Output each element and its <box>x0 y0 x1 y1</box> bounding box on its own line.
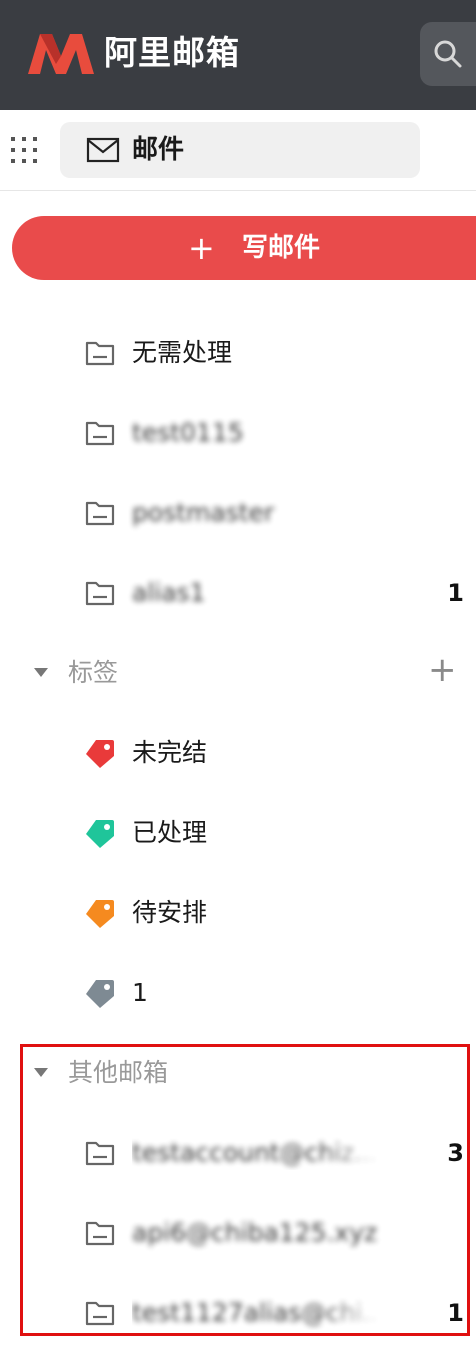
tag-label: 未完结 <box>132 738 208 767</box>
tag-label: 已处理 <box>132 818 208 847</box>
compose-button[interactable]: + 写邮件 <box>12 216 476 280</box>
tag-item[interactable]: 已处理 <box>0 804 476 864</box>
add-tag-button[interactable]: + <box>428 652 457 688</box>
search-icon <box>434 40 462 68</box>
plus-icon: + <box>188 229 215 267</box>
search-button[interactable] <box>420 22 476 86</box>
compose-label: 写邮件 <box>242 233 321 263</box>
caret-down-icon <box>34 668 48 677</box>
folder-icon <box>85 421 115 446</box>
folder-icon <box>85 341 115 366</box>
folder-item-no-action[interactable]: 无需处理 <box>0 324 476 384</box>
tag-item[interactable]: 未完结 <box>0 724 476 784</box>
aliyun-mail-logo-icon <box>28 34 94 74</box>
tag-item[interactable]: 待安排 <box>0 884 476 944</box>
mail-icon <box>86 137 120 163</box>
tab-mail[interactable]: 邮件 <box>60 122 420 178</box>
highlight-other-mailboxes <box>20 1044 470 1336</box>
tag-icon <box>86 820 114 848</box>
tag-item[interactable]: 1 <box>0 964 476 1024</box>
tag-icon <box>86 740 114 768</box>
folder-item[interactable]: alias1 1 <box>0 564 476 624</box>
folder-icon <box>85 581 115 606</box>
tag-icon <box>86 980 114 1008</box>
app-switcher-row: 邮件 <box>0 110 476 191</box>
folder-label: alias1 <box>132 578 206 607</box>
folder-label: postmaster <box>132 498 275 527</box>
folder-item[interactable]: test0115 <box>0 404 476 464</box>
tags-section-header[interactable]: 标签 + <box>0 646 476 702</box>
folder-icon <box>85 501 115 526</box>
brand-name: 阿里邮箱 <box>104 33 240 72</box>
folder-item[interactable]: postmaster <box>0 484 476 544</box>
folder-label: 无需处理 <box>132 338 233 367</box>
folder-label: test0115 <box>132 418 244 447</box>
tags-section-title: 标签 <box>68 658 119 687</box>
grid-icon[interactable] <box>10 136 40 166</box>
unread-count: 1 <box>447 579 464 607</box>
tag-label: 待安排 <box>132 898 208 927</box>
mail-sidebar-page: 阿里邮箱 邮件 + 写邮件 无需处理 test0115 postmaster a… <box>0 0 476 1356</box>
top-header: 阿里邮箱 <box>0 0 476 110</box>
tab-mail-label: 邮件 <box>132 135 185 165</box>
tag-icon <box>86 900 114 928</box>
tag-label: 1 <box>132 978 148 1007</box>
